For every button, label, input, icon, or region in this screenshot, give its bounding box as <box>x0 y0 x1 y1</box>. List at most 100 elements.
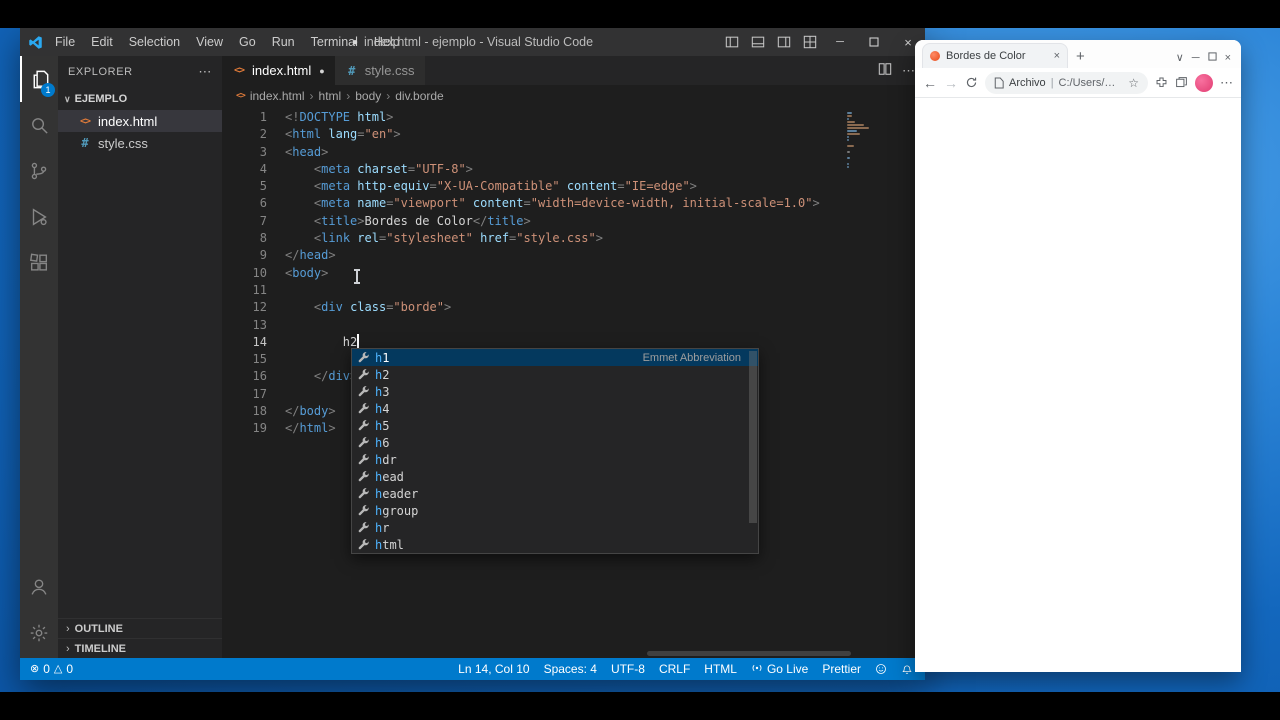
line-number: 3 <box>222 144 267 161</box>
tab-close-icon[interactable]: × <box>1054 50 1060 62</box>
desktop[interactable]: FileEditSelectionViewGoRunTerminalHelp ●… <box>0 28 1280 692</box>
profile-avatar[interactable] <box>1195 74 1213 92</box>
screen: FileEditSelectionViewGoRunTerminalHelp ●… <box>0 0 1280 720</box>
code-line-8: 8 <link rel="stylesheet" href="style.css… <box>222 230 925 247</box>
suggestion-html[interactable]: html <box>352 536 758 553</box>
horizontal-scrollbar[interactable] <box>647 651 851 656</box>
section-outline[interactable]: ›OUTLINE <box>58 618 222 638</box>
menu-selection[interactable]: Selection <box>121 28 188 56</box>
letterbox-top <box>0 0 1280 28</box>
menu-go[interactable]: Go <box>231 28 264 56</box>
menu-run[interactable]: Run <box>264 28 303 56</box>
line-number: 6 <box>222 195 267 212</box>
activitybar-settings[interactable] <box>20 610 58 656</box>
menu-edit[interactable]: Edit <box>83 28 121 56</box>
activitybar-explorer[interactable]: 1 <box>20 56 58 102</box>
menu-file[interactable]: File <box>47 28 83 56</box>
more-actions-icon[interactable]: ⋯ <box>902 63 915 79</box>
activitybar-search[interactable] <box>20 102 58 148</box>
minimap-line <box>847 145 854 147</box>
suggestion-h6[interactable]: h6 <box>352 434 758 451</box>
tab-search-icon[interactable]: ∨ <box>1176 51 1184 64</box>
toggle-panel-icon[interactable] <box>745 28 771 56</box>
suggestion-label: h3 <box>375 385 389 399</box>
status-label: Ln 14, Col 10 <box>458 662 529 676</box>
suggestion-header[interactable]: header <box>352 485 758 502</box>
breadcrumb-item-body[interactable]: body <box>355 89 381 103</box>
minimap-line <box>847 118 849 120</box>
browser-maximize-button[interactable] <box>1208 52 1217 64</box>
menu-view[interactable]: View <box>188 28 231 56</box>
collections-icon[interactable] <box>1175 76 1188 89</box>
line-number: 14 <box>222 334 267 351</box>
suggest-scrollbar[interactable] <box>749 351 757 523</box>
browser-page-content[interactable] <box>915 98 1241 672</box>
code-text: <meta http-equiv="X-UA-Compatible" conte… <box>267 178 697 195</box>
split-editor-icon[interactable] <box>878 62 892 79</box>
browser-minimize-button[interactable]: ─ <box>1192 52 1200 64</box>
breadcrumb-item-html[interactable]: html <box>319 89 342 103</box>
status-prettier[interactable]: Prettier <box>822 662 861 676</box>
minimap-line <box>847 151 850 153</box>
forward-button[interactable]: → <box>944 76 958 90</box>
status-bar: ⊗ 0 △ 0 Ln 14, Col 10 Spaces: 4 UTF-8 CRLF H… <box>20 658 925 680</box>
activitybar-source-control[interactable] <box>20 148 58 194</box>
suggestion-hgroup[interactable]: hgroup <box>352 502 758 519</box>
suggestion-h5[interactable]: h5 <box>352 417 758 434</box>
extensions-icon[interactable] <box>1155 76 1168 89</box>
tab-style.css[interactable]: #style.css <box>335 56 426 85</box>
status-spaces-4[interactable]: Spaces: 4 <box>544 662 597 676</box>
address-bar[interactable]: Archivo | C:/Users/mi... ☆ <box>985 72 1148 94</box>
vscode-titlebar[interactable]: FileEditSelectionViewGoRunTerminalHelp ●… <box>20 28 925 56</box>
suggestion-h3[interactable]: h3 <box>352 383 758 400</box>
status-html[interactable]: HTML <box>704 662 737 676</box>
browser-tab[interactable]: Bordes de Color × <box>922 43 1068 68</box>
status-go-live[interactable]: Go Live <box>751 662 808 677</box>
feedback-icon[interactable] <box>875 663 887 675</box>
file-item-index.html[interactable]: <>index.html <box>58 110 222 132</box>
browser-menu-icon[interactable]: ⋯ <box>1220 75 1233 91</box>
activitybar-account[interactable] <box>20 564 58 610</box>
problems-indicator[interactable]: ⊗ 0 △ 0 <box>30 662 73 676</box>
status-utf-8[interactable]: UTF-8 <box>611 662 645 676</box>
suggestion-h4[interactable]: h4 <box>352 400 758 417</box>
dirty-indicator: ● <box>352 37 358 48</box>
suggestion-hr[interactable]: hr <box>352 519 758 536</box>
suggestion-detail: Emmet Abbreviation <box>643 352 753 364</box>
status-label: Prettier <box>822 662 861 676</box>
code-line-12: 12 <div class="borde"> <box>222 299 925 316</box>
status-ln-14-col-10[interactable]: Ln 14, Col 10 <box>458 662 529 676</box>
activitybar-run-debug[interactable] <box>20 194 58 240</box>
minimap-line <box>847 139 849 141</box>
suggestion-hdr[interactable]: hdr <box>352 451 758 468</box>
folder-ejemplo[interactable]: ∨ EJEMPLO <box>58 88 222 110</box>
minimize-button[interactable]: ─ <box>823 28 857 56</box>
suggestion-h1[interactable]: h1Emmet Abbreviation <box>352 349 758 366</box>
maximize-button[interactable] <box>857 28 891 56</box>
status-crlf[interactable]: CRLF <box>659 662 690 676</box>
favorites-star-icon[interactable]: ☆ <box>1128 76 1139 90</box>
sidebar-bottom-sections: ›OUTLINE›TIMELINE <box>58 618 222 658</box>
suggestion-label: header <box>375 487 418 501</box>
file-item-style.css[interactable]: #style.css <box>58 132 222 154</box>
customize-layout-icon[interactable] <box>797 28 823 56</box>
breadcrumb-item-index.html[interactable]: index.html <box>250 89 305 103</box>
suggestion-head[interactable]: head <box>352 468 758 485</box>
explorer-more-actions-icon[interactable]: ⋯ <box>198 64 212 80</box>
refresh-button[interactable] <box>965 76 978 89</box>
toggle-sidebar-icon[interactable] <box>719 28 745 56</box>
tab-index.html[interactable]: <>index.html● <box>222 56 335 85</box>
activitybar-extensions[interactable] <box>20 240 58 286</box>
suggestion-label: head <box>375 470 404 484</box>
section-timeline[interactable]: ›TIMELINE <box>58 638 222 658</box>
back-button[interactable]: ← <box>923 76 937 90</box>
bell-icon[interactable] <box>901 663 913 675</box>
browser-toolbar: ← → Archivo | C:/Users/mi... ☆ ⋯ <box>915 68 1241 98</box>
browser-close-button[interactable]: × <box>1225 52 1231 64</box>
new-tab-button[interactable]: + <box>1076 49 1085 64</box>
breadcrumb-item-div.borde[interactable]: div.borde <box>395 89 443 103</box>
suggestion-h2[interactable]: h2 <box>352 366 758 383</box>
chevron-right-icon: › <box>66 623 70 635</box>
minimap[interactable] <box>847 112 871 169</box>
toggle-secondary-sidebar-icon[interactable] <box>771 28 797 56</box>
